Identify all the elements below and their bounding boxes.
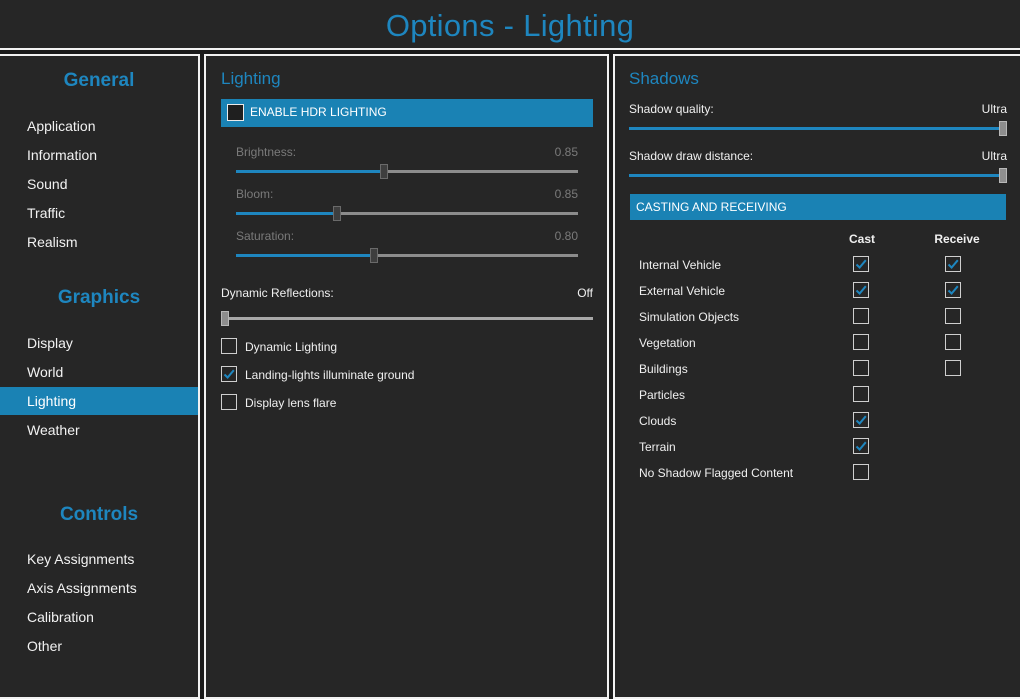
- nav-item-weather[interactable]: Weather: [0, 416, 198, 444]
- shadow-row-label-external-vehicle: External Vehicle: [639, 284, 726, 298]
- shadow-quality-value: Ultra: [981, 102, 1007, 116]
- shadows-panel: Shadows Shadow quality: Ultra Shadow dra…: [613, 54, 1020, 699]
- nav-heading-graphics[interactable]: Graphics: [0, 287, 198, 309]
- nav-item-other[interactable]: Other: [0, 632, 198, 660]
- shadow-distance-slider[interactable]: [629, 168, 1007, 183]
- hdr-lighting-label: ENABLE HDR LIGHTING: [250, 105, 387, 119]
- cast-checkbox-particles[interactable]: [853, 386, 869, 402]
- check-icon: [855, 259, 867, 269]
- lens-flare-label: Display lens flare: [245, 396, 337, 410]
- dynamic-lighting-checkbox[interactable]: [221, 338, 237, 354]
- shadows-title: Shadows: [629, 69, 699, 88]
- window-title: Options - Lighting: [385, 8, 635, 43]
- check-icon: [855, 415, 867, 425]
- bloom-value: 0.85: [554, 187, 578, 201]
- nav-item-realism[interactable]: Realism: [0, 228, 198, 256]
- nav-heading-controls[interactable]: Controls: [0, 504, 198, 526]
- title-bar: Options - Lighting: [0, 0, 1020, 50]
- slider-thumb[interactable]: [221, 311, 229, 326]
- bloom-label: Bloom:: [236, 187, 274, 201]
- slider-fill: [629, 127, 1003, 130]
- saturation-slider[interactable]: [236, 248, 578, 263]
- hdr-lighting-checkbox[interactable]: [227, 104, 244, 121]
- shadow-quality-label: Shadow quality:: [629, 102, 714, 116]
- lighting-panel: Lighting ENABLE HDR LIGHTING Brightness:…: [204, 54, 609, 699]
- brightness-slider[interactable]: [236, 164, 578, 179]
- nav-item-application[interactable]: Application: [0, 112, 198, 140]
- slider-fill: [236, 212, 337, 215]
- check-icon: [947, 285, 959, 295]
- bloom-slider[interactable]: [236, 206, 578, 221]
- shadow-row-label-buildings: Buildings: [639, 362, 688, 376]
- receive-checkbox-vegetation[interactable]: [945, 334, 961, 350]
- nav-item-world[interactable]: World: [0, 358, 198, 386]
- dynamic-reflections-label: Dynamic Reflections:: [221, 286, 334, 300]
- nav-item-sound[interactable]: Sound: [0, 170, 198, 198]
- cast-column-header: Cast: [848, 232, 875, 246]
- nav-panel: General Application Information Sound Tr…: [0, 54, 200, 699]
- casting-receiving-header: CASTING AND RECEIVING: [630, 194, 1006, 220]
- dynamic-lighting-label: Dynamic Lighting: [245, 340, 338, 354]
- cast-checkbox-simulation-objects[interactable]: [853, 308, 869, 324]
- nav-item-key-assignments[interactable]: Key Assignments: [0, 545, 198, 573]
- receive-column-header: Receive: [934, 232, 980, 246]
- nav-item-traffic[interactable]: Traffic: [0, 199, 198, 227]
- slider-fill: [629, 174, 1003, 177]
- dynamic-reflections-slider[interactable]: [221, 311, 593, 326]
- cast-checkbox-clouds[interactable]: [853, 412, 869, 428]
- cast-checkbox-vegetation[interactable]: [853, 334, 869, 350]
- shadow-row-label-no-shadow-flagged-content: No Shadow Flagged Content: [639, 466, 794, 480]
- check-icon: [223, 369, 235, 379]
- nav-item-lighting[interactable]: Lighting: [0, 387, 198, 415]
- shadow-row-label-simulation-objects: Simulation Objects: [639, 310, 740, 324]
- cast-checkbox-no-shadow-flagged-content[interactable]: [853, 464, 869, 480]
- shadow-row-label-terrain: Terrain: [639, 440, 676, 454]
- receive-checkbox-simulation-objects[interactable]: [945, 308, 961, 324]
- landing-lights-label: Landing-lights illuminate ground: [245, 368, 415, 382]
- nav-item-information[interactable]: Information: [0, 141, 198, 169]
- lens-flare-checkbox[interactable]: [221, 394, 237, 410]
- cast-checkbox-buildings[interactable]: [853, 360, 869, 376]
- check-icon: [947, 259, 959, 269]
- slider-thumb[interactable]: [370, 248, 378, 263]
- saturation-label: Saturation:: [236, 229, 295, 243]
- shadow-distance-label: Shadow draw distance:: [629, 149, 754, 163]
- landing-lights-checkbox[interactable]: [221, 366, 237, 382]
- shadow-row-label-vegetation: Vegetation: [639, 336, 696, 350]
- slider-thumb[interactable]: [333, 206, 341, 221]
- slider-track: [221, 317, 593, 320]
- lighting-title: Lighting: [221, 69, 281, 88]
- cast-checkbox-internal-vehicle[interactable]: [853, 256, 869, 272]
- shadow-row-label-particles: Particles: [639, 388, 686, 402]
- shadow-row-label-clouds: Clouds: [639, 414, 677, 428]
- slider-thumb[interactable]: [999, 168, 1007, 183]
- receive-checkbox-external-vehicle[interactable]: [945, 282, 961, 298]
- slider-fill: [236, 254, 374, 257]
- shadow-distance-value: Ultra: [981, 149, 1007, 163]
- slider-fill: [236, 170, 384, 173]
- check-icon: [855, 441, 867, 451]
- saturation-value: 0.80: [554, 229, 578, 243]
- hdr-lighting-bar[interactable]: ENABLE HDR LIGHTING: [221, 99, 593, 127]
- cast-checkbox-terrain[interactable]: [853, 438, 869, 454]
- slider-thumb[interactable]: [999, 121, 1007, 136]
- brightness-label: Brightness:: [236, 145, 297, 159]
- shadow-quality-slider[interactable]: [629, 121, 1007, 136]
- brightness-value: 0.85: [554, 145, 578, 159]
- receive-checkbox-buildings[interactable]: [945, 360, 961, 376]
- cast-checkbox-external-vehicle[interactable]: [853, 282, 869, 298]
- nav-heading-general[interactable]: General: [0, 70, 198, 92]
- slider-thumb[interactable]: [380, 164, 388, 179]
- nav-item-calibration[interactable]: Calibration: [0, 603, 198, 631]
- check-icon: [855, 285, 867, 295]
- dynamic-reflections-value: Off: [577, 286, 593, 300]
- receive-checkbox-internal-vehicle[interactable]: [945, 256, 961, 272]
- shadow-row-label-internal-vehicle: Internal Vehicle: [639, 258, 722, 272]
- nav-item-display[interactable]: Display: [0, 329, 198, 357]
- nav-item-axis-assignments[interactable]: Axis Assignments: [0, 574, 198, 602]
